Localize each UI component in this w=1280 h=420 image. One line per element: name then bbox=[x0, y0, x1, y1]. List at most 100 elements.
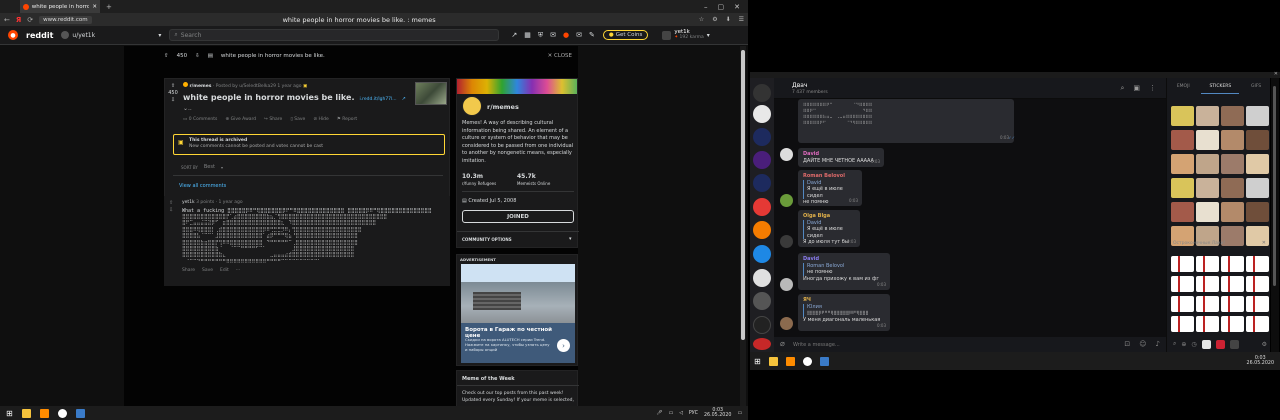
attach-icon[interactable]: ⌀ bbox=[780, 339, 785, 348]
close-post-button[interactable]: ✕ CLOSE bbox=[548, 53, 572, 59]
sticker[interactable] bbox=[1196, 316, 1219, 332]
sticker-set-icon[interactable] bbox=[1215, 339, 1225, 349]
new-tab-icon[interactable]: + bbox=[106, 3, 112, 11]
back-icon[interactable]: ← bbox=[4, 16, 10, 24]
chat-avatar-4[interactable] bbox=[753, 174, 771, 192]
post-title[interactable]: white people in horror movies be like. bbox=[183, 93, 354, 102]
sticker[interactable] bbox=[1171, 256, 1194, 272]
sticker[interactable] bbox=[1246, 276, 1269, 292]
extensions-icon[interactable]: ⚙ bbox=[712, 16, 717, 23]
windows-start-icon[interactable]: ⊞ bbox=[754, 357, 761, 366]
sticker[interactable] bbox=[1171, 106, 1194, 126]
chat-avatar-11[interactable] bbox=[753, 338, 771, 350]
sticker[interactable] bbox=[1171, 130, 1194, 150]
chat-avatar-2[interactable] bbox=[753, 128, 771, 146]
sticker[interactable] bbox=[1221, 106, 1244, 126]
media-player-icon[interactable] bbox=[785, 356, 795, 366]
chat-avatar-8[interactable] bbox=[753, 269, 771, 287]
chat-avatar-10[interactable] bbox=[753, 316, 771, 334]
hide-button[interactable]: ⊘ Hide bbox=[313, 117, 328, 122]
upvote-icon[interactable]: ⇧ bbox=[168, 83, 178, 90]
comment-action-2[interactable]: Edit bbox=[220, 268, 229, 273]
message-bubble[interactable]: Olga Blga David Я ещё в июле сидел Я до … bbox=[798, 210, 860, 247]
clock[interactable]: 0:03 26.05.2020 bbox=[1247, 356, 1280, 367]
close-window-icon[interactable]: ✕ bbox=[734, 3, 740, 11]
chat-avatar-3[interactable] bbox=[753, 151, 771, 169]
telegram-taskbar-icon[interactable] bbox=[819, 356, 829, 366]
chat-avatar-6[interactable] bbox=[753, 221, 771, 239]
sticker[interactable] bbox=[1221, 178, 1244, 198]
settings-icon[interactable]: ⚙ bbox=[1262, 341, 1267, 348]
url-field[interactable]: www.reddit.com bbox=[39, 15, 92, 24]
close-tab-icon[interactable]: ✕ bbox=[92, 4, 97, 10]
bookmark-icon[interactable]: ☆ bbox=[699, 16, 704, 23]
windows-start-icon[interactable]: ⊞ bbox=[6, 409, 13, 418]
chat-avatar-5[interactable] bbox=[753, 198, 771, 216]
tab-stickers[interactable]: STICKERS bbox=[1209, 84, 1231, 89]
yandex-browser-icon[interactable] bbox=[57, 408, 67, 418]
save-button[interactable]: ▯ Save bbox=[290, 117, 305, 122]
sticker-set-icon[interactable] bbox=[1201, 339, 1211, 349]
mic-icon[interactable]: 🎤︎ bbox=[656, 411, 662, 416]
comment-action-1[interactable]: Save bbox=[202, 268, 213, 273]
reload-icon[interactable]: ⟳ bbox=[27, 16, 33, 24]
comment-action-3[interactable]: ··· bbox=[236, 268, 240, 273]
mail-icon[interactable]: ✉ bbox=[576, 31, 582, 40]
recent-icon[interactable]: ⊕ bbox=[1181, 341, 1186, 348]
get-coins-button[interactable]: ● Get Coins bbox=[602, 30, 649, 40]
sticker[interactable] bbox=[1221, 154, 1244, 174]
notification-icon[interactable]: ● bbox=[563, 31, 569, 40]
comment-action-0[interactable]: Share bbox=[182, 268, 195, 273]
avatar[interactable] bbox=[780, 278, 793, 291]
reply-quote[interactable]: Roman Belovol не помню bbox=[803, 262, 885, 276]
message-bubble[interactable]: Roman Belovol David Я ещё в июле сидел н… bbox=[798, 170, 862, 206]
sticker[interactable] bbox=[1246, 130, 1269, 150]
reddit-wordmark[interactable]: reddit bbox=[26, 31, 53, 40]
browser-tab[interactable]: white people in horror movies be like. :… bbox=[20, 0, 100, 13]
sticker[interactable] bbox=[1171, 296, 1194, 312]
sticker[interactable] bbox=[1246, 316, 1269, 332]
report-button[interactable]: ⚑ Report bbox=[337, 117, 357, 122]
sticker[interactable] bbox=[1196, 130, 1219, 150]
sticker[interactable] bbox=[1221, 130, 1244, 150]
scrollbar-thumb[interactable] bbox=[1273, 86, 1276, 286]
more-icon[interactable]: ⋮ bbox=[1149, 84, 1156, 93]
file-explorer-icon[interactable] bbox=[768, 356, 778, 366]
sticker-set-icon[interactable] bbox=[1229, 339, 1239, 349]
reddit-logo-icon[interactable]: ● bbox=[8, 30, 18, 40]
sticker[interactable] bbox=[1221, 276, 1244, 292]
sticker[interactable] bbox=[1196, 202, 1219, 222]
ad-caption[interactable]: Ворота в Гараж по честной цене Скидки на… bbox=[461, 323, 575, 363]
sticker[interactable] bbox=[1221, 296, 1244, 312]
minimize-icon[interactable]: – bbox=[704, 3, 708, 11]
share-button[interactable]: ↪ Share bbox=[264, 117, 282, 122]
chat-icon[interactable]: ✉ bbox=[550, 31, 556, 40]
sticker[interactable] bbox=[1246, 154, 1269, 174]
sticker[interactable] bbox=[1221, 256, 1244, 272]
chat-name[interactable]: Двач bbox=[792, 82, 807, 89]
avatar[interactable] bbox=[780, 317, 793, 330]
reply-quote[interactable]: David Я ещё в июле сидел bbox=[803, 219, 855, 239]
maximize-icon[interactable]: ▢ bbox=[718, 3, 725, 11]
reply-quote[interactable]: Юлия ⣿⣿⣿⣿⡿⠟⠛⠛⢿⣿⣿⣿⣿⣿⡿⠿⠛⢿⣿⣿⣿ bbox=[803, 303, 885, 317]
view-all-comments-link[interactable]: View all comments bbox=[179, 183, 226, 189]
sticker[interactable] bbox=[1196, 256, 1219, 272]
reply-quote[interactable]: David Я ещё в июле сидел bbox=[803, 179, 857, 199]
download-icon[interactable]: ⬇ bbox=[726, 16, 731, 23]
chevron-down-icon[interactable]: ▾ bbox=[569, 236, 572, 242]
close-window-icon[interactable]: ✕ bbox=[1274, 71, 1278, 77]
ad-image[interactable] bbox=[461, 264, 575, 324]
avatar[interactable] bbox=[780, 235, 793, 248]
sticker[interactable] bbox=[1246, 106, 1269, 126]
downvote-icon[interactable]: ⇩ bbox=[195, 53, 200, 59]
message-bubble[interactable]: David ДАЙТЕ МНЕ ЧЕТНОЕ ААААА 0:03 bbox=[798, 148, 884, 167]
external-link-icon[interactable]: ↗ bbox=[402, 96, 406, 102]
menu-icon[interactable] bbox=[753, 84, 771, 102]
sticker[interactable] bbox=[1246, 296, 1269, 312]
close-icon[interactable]: ✕ bbox=[1262, 240, 1266, 246]
trending-icon[interactable]: ↗ bbox=[511, 31, 517, 40]
message-input[interactable]: Write a message... bbox=[793, 342, 840, 348]
tab-emoji[interactable]: EMOJI bbox=[1177, 84, 1190, 89]
sidebar-toggle-icon[interactable]: ▣ bbox=[1133, 84, 1140, 93]
community-options[interactable]: COMMUNITY OPTIONS bbox=[462, 237, 512, 242]
